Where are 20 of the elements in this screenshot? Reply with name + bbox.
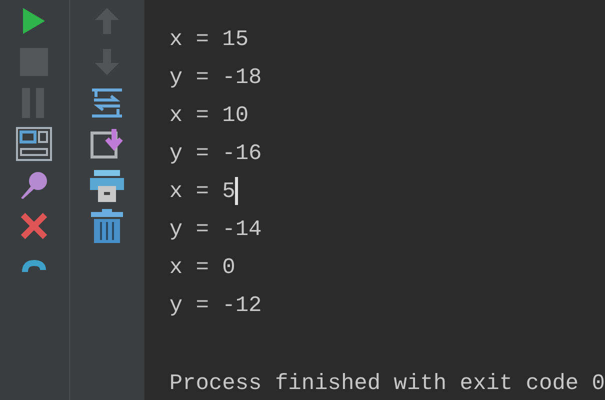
play-icon [21,6,48,34]
console-line: y = -14 [169,216,262,244]
stop-icon [20,48,48,76]
help-icon [21,260,48,274]
console-line: y = -16 [169,140,262,168]
console-line: x = 5 [169,178,236,206]
console-line: x = 0 [169,254,236,282]
console-line: y = -12 [169,292,262,320]
console-line: x = 15 [169,26,249,54]
pause-icon [22,88,46,118]
console-line: Process finished with exit code 0 [169,370,605,398]
scroll-to-end-icon [90,126,124,160]
printer-icon [90,168,124,202]
trash-icon [91,208,123,242]
soft-wrap-icon [90,88,124,118]
console-line: x = 10 [169,102,249,130]
text-cursor [235,177,238,205]
console-line: y = -18 [169,64,262,92]
close-icon [20,212,48,240]
layout-icon [16,126,52,160]
